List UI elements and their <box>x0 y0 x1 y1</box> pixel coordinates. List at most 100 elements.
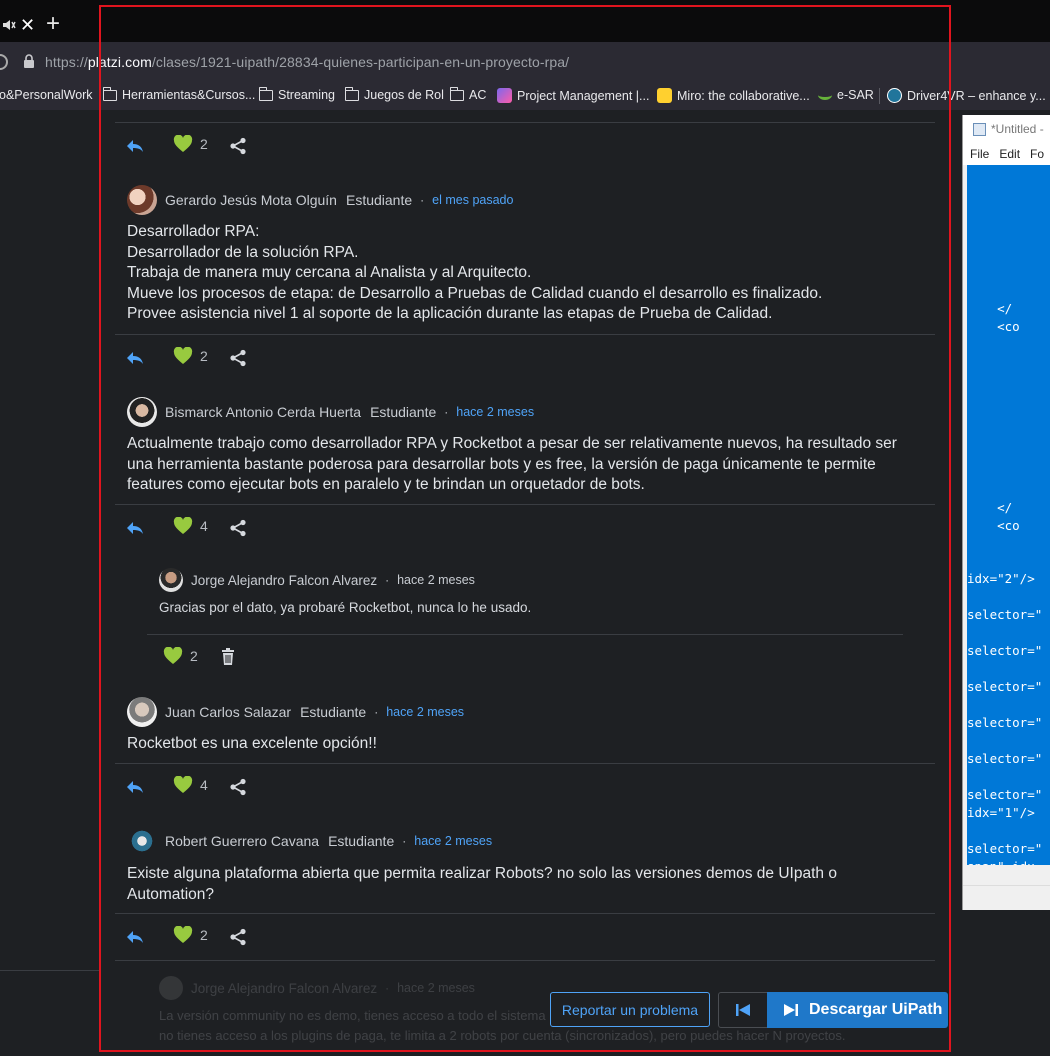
comment-role: Estudiante <box>300 704 367 720</box>
previous-class-button[interactable] <box>718 992 768 1028</box>
comment-header: Gerardo Jesús Mota Olguín Estudiante · e… <box>127 185 513 215</box>
folder-icon <box>258 86 273 101</box>
tracking-protection-icon[interactable] <box>0 54 8 70</box>
heart-icon <box>163 647 183 664</box>
bookmark-miro[interactable]: Miro: the collaborative... <box>657 88 810 103</box>
next-class-label: Descargar UiPath <box>809 1001 943 1018</box>
like-button[interactable]: 2 <box>173 926 208 944</box>
share-icon[interactable] <box>229 519 247 537</box>
comment-role: Estudiante <box>345 192 413 208</box>
notepad-line: idx="1"/> <box>967 805 1035 820</box>
heart-icon <box>173 135 193 152</box>
reply-icon[interactable] <box>125 929 145 945</box>
reply-icon[interactable] <box>125 520 145 536</box>
comment-author[interactable]: Bismarck Antonio Cerda Huerta <box>165 404 361 420</box>
avatar[interactable] <box>127 185 157 215</box>
like-count: 4 <box>200 518 208 534</box>
browser-tab[interactable]: ✕ <box>0 8 40 42</box>
comment-author[interactable]: Juan Carlos Salazar <box>165 704 291 720</box>
like-button[interactable]: 4 <box>173 776 208 794</box>
comment-time[interactable]: hace 2 meses <box>414 834 492 848</box>
bookmarks-separator <box>879 88 880 104</box>
notepad-titlebar[interactable]: *Untitled - <box>963 115 1050 143</box>
share-icon[interactable] <box>229 928 247 946</box>
menu-file[interactable]: File <box>970 147 989 161</box>
notepad-title: *Untitled - <box>991 122 1044 136</box>
comment-author[interactable]: Gerardo Jesús Mota Olguín <box>165 192 337 208</box>
bookmark-project-management[interactable]: Project Management |... <box>497 88 649 103</box>
separator-dot: · <box>402 834 407 848</box>
url-text[interactable]: https://platzi.com/clases/1921-uipath/28… <box>45 54 569 70</box>
comment-body: Desarrollador RPA: Desarrollador de la s… <box>127 222 917 325</box>
comment-time[interactable]: el mes pasado <box>432 193 513 207</box>
bookmark-driver4vr[interactable]: Driver4VR – enhance y... <box>887 88 1046 103</box>
reply-author[interactable]: Jorge Alejandro Falcon Alvarez <box>191 573 377 588</box>
menu-edit[interactable]: Edit <box>999 147 1020 161</box>
menu-format[interactable]: Fo <box>1030 147 1044 161</box>
muted-audio-icon[interactable] <box>2 18 16 32</box>
wordpress-icon <box>887 88 902 103</box>
heart-icon <box>173 517 193 534</box>
avatar[interactable] <box>127 826 157 856</box>
avatar[interactable] <box>127 397 157 427</box>
notepad-line: selector=" <box>967 607 1043 622</box>
reply-icon[interactable] <box>125 138 145 154</box>
comment-line: Mueve los procesos de etapa: de Desarrol… <box>127 284 823 302</box>
separator-dot: · <box>444 405 449 419</box>
comment-divider <box>115 913 935 914</box>
separator-dot: · <box>374 705 379 719</box>
comment-body: Rocketbot es una excelente opción!! <box>127 734 917 755</box>
bookmarks-bar: o&PersonalWork Herramientas&Cursos... St… <box>0 82 1050 110</box>
trash-icon[interactable] <box>221 648 235 665</box>
address-bar[interactable]: https://platzi.com/clases/1921-uipath/28… <box>0 42 1050 82</box>
like-button[interactable]: 2 <box>163 647 198 665</box>
comment-body: Actualmente trabajo como desarrollador R… <box>127 434 917 496</box>
reply-header: Jorge Alejandro Falcon Alvarez · hace 2 … <box>159 568 475 592</box>
folder-icon <box>449 86 464 101</box>
reply-icon[interactable] <box>125 350 145 366</box>
bookmark-juegos-de-rol[interactable]: Juegos de Rol <box>344 86 444 102</box>
comment-divider <box>115 960 935 961</box>
like-button[interactable]: 4 <box>173 517 208 535</box>
comment-role: Estudiante <box>370 404 437 420</box>
comment-time[interactable]: hace 2 meses <box>386 705 464 719</box>
notepad-menu: File Edit Fo <box>963 143 1050 165</box>
reply-divider <box>147 634 903 635</box>
close-tab-icon[interactable]: ✕ <box>20 15 35 36</box>
share-icon[interactable] <box>229 349 247 367</box>
comment-line: una herramienta bastante poderosa para d… <box>127 455 876 473</box>
bookmark-esar[interactable]: e-SAR <box>818 88 874 102</box>
comment-time[interactable]: hace 2 meses <box>456 405 534 419</box>
like-button[interactable]: 2 <box>173 347 208 365</box>
clickup-icon <box>497 88 512 103</box>
like-count: 4 <box>200 777 208 793</box>
lock-icon[interactable] <box>23 54 35 68</box>
comment-line: Rocketbot es una excelente opción!! <box>127 735 377 752</box>
report-problem-button[interactable]: Reportar un problema <box>550 992 710 1027</box>
reply-icon[interactable] <box>125 779 145 795</box>
url-host: platzi.com <box>87 54 152 70</box>
notepad-editor[interactable]: </ <co </ <co idx="2"/> selector=" selector… <box>967 165 1050 865</box>
reply-time[interactable]: hace 2 meses <box>397 573 475 587</box>
like-count: 2 <box>190 648 198 664</box>
next-class-button[interactable]: Descargar UiPath <box>767 992 948 1028</box>
notepad-line: <co <box>967 518 1020 533</box>
new-tab-button[interactable]: + <box>46 10 60 38</box>
skip-next-icon <box>784 1004 798 1016</box>
share-icon[interactable] <box>229 137 247 155</box>
separator-dot: · <box>385 573 390 587</box>
comment-divider <box>115 763 935 764</box>
avatar[interactable] <box>127 697 157 727</box>
share-icon[interactable] <box>229 778 247 796</box>
notepad-icon <box>973 122 986 136</box>
like-button[interactable]: 2 <box>173 135 208 153</box>
bookmark-ac[interactable]: AC <box>449 86 486 102</box>
avatar[interactable] <box>159 568 183 592</box>
bookmark-herramientas[interactable]: Herramientas&Cursos... <box>102 86 255 102</box>
comment-author[interactable]: Robert Guerrero Cavana <box>165 833 319 849</box>
reply-author: Jorge Alejandro Falcon Alvarez <box>191 980 378 996</box>
bookmark-personalwork[interactable]: o&PersonalWork <box>0 88 93 102</box>
comment-line: Desarrollador RPA: <box>127 223 260 240</box>
notepad-window[interactable]: *Untitled - File Edit Fo </ <co </ <co id… <box>962 115 1050 910</box>
bookmark-streaming[interactable]: Streaming <box>258 86 335 102</box>
